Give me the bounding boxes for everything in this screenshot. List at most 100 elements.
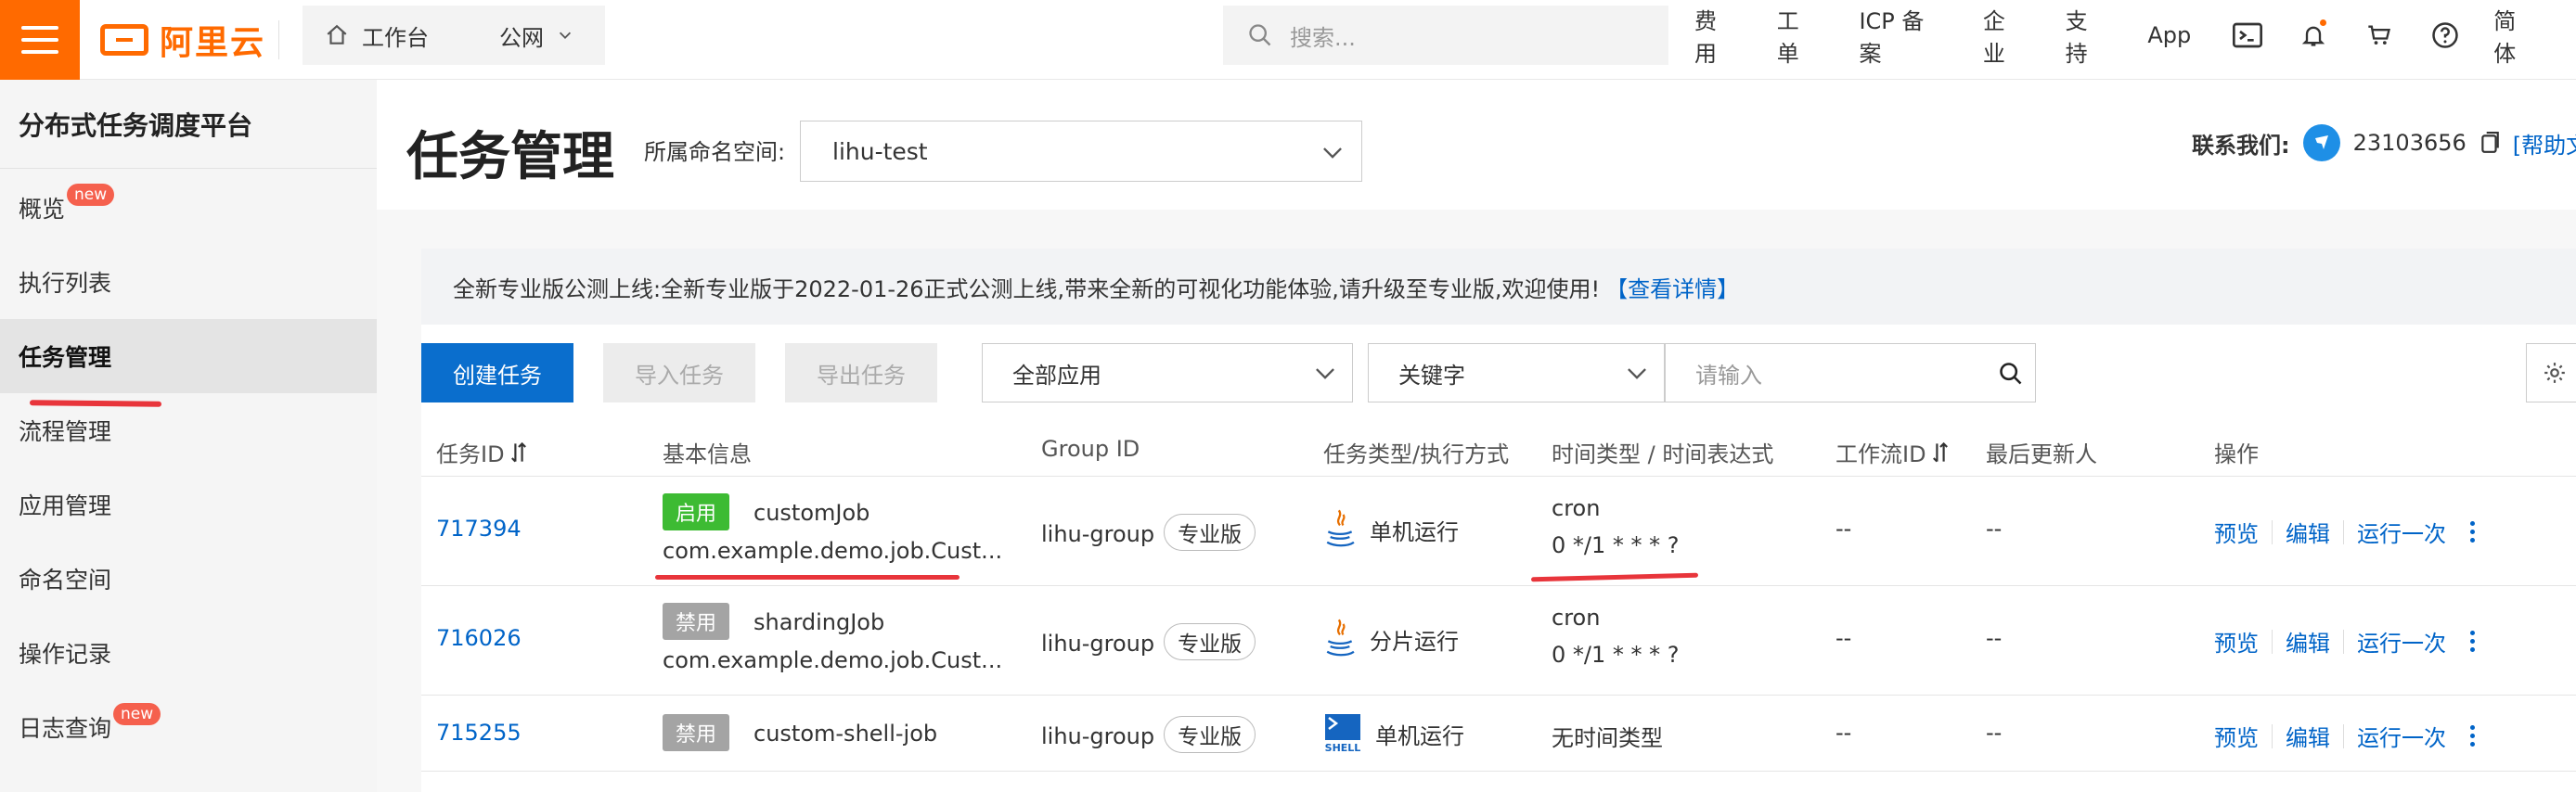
time-type: cron	[1552, 495, 1601, 521]
nav-link-enterprise[interactable]: 企业	[1983, 3, 2027, 68]
app-select[interactable]: 全部应用	[982, 343, 1353, 402]
bell-icon[interactable]	[2296, 18, 2330, 53]
sidebar-item-operation-log[interactable]: 操作记录	[0, 616, 377, 690]
sidebar-item-label: 日志查询	[19, 715, 112, 742]
banner-details-link[interactable]: 【查看详情】	[1605, 271, 1739, 303]
export-task-button[interactable]: 导出任务	[785, 343, 937, 402]
task-basic-info: 启用 customJob	[663, 493, 869, 530]
nav-link-support[interactable]: 支持	[2066, 3, 2109, 68]
main-content: 任务管理 所属命名空间: lihu-test 联系我们: 23103656 [帮…	[377, 80, 2576, 792]
top-navbar: 阿里云 工作台 公网 搜索... 费用 工单 ICP 备案 企业 支持 App …	[0, 0, 2576, 80]
execution-mode: 分片运行	[1323, 618, 1459, 660]
nav-link-app[interactable]: App	[2147, 22, 2191, 48]
task-id-link[interactable]: 717394	[436, 516, 522, 542]
chevron-down-icon	[1628, 368, 1646, 379]
col-group-id: Group ID	[1041, 436, 1140, 462]
time-type: cron	[1552, 605, 1601, 631]
run-once-link[interactable]: 运行一次	[2357, 516, 2446, 548]
group-id-value: lihu-group	[1041, 631, 1155, 657]
terminal-icon[interactable]	[2230, 18, 2264, 53]
search-icon[interactable]	[1998, 361, 2024, 387]
preview-link[interactable]: 预览	[2214, 720, 2259, 752]
help-icon[interactable]	[2428, 18, 2462, 53]
sidebar-item-task-management[interactable]: 任务管理	[0, 319, 377, 393]
banner-text: 全新专业版公测上线:全新专业版于2022-01-26正式公测上线,带来全新的可视…	[453, 275, 1601, 302]
workflow-id: --	[1835, 516, 1852, 542]
sidebar-item-execution-list[interactable]: 执行列表	[0, 245, 377, 319]
edit-link[interactable]: 编辑	[2286, 516, 2330, 548]
more-options-icon[interactable]	[2470, 725, 2475, 747]
task-name: customJob	[753, 500, 870, 526]
workflow-id: --	[1835, 720, 1852, 746]
keyword-input[interactable]: 请输入	[1665, 343, 2036, 402]
sidebar: 分布式任务调度平台 概览 new 执行列表 任务管理 流程管理 应用管理 命名空…	[0, 80, 377, 792]
aliyun-logo[interactable]: 阿里云	[100, 17, 265, 63]
sidebar-item-namespace[interactable]: 命名空间	[0, 542, 377, 616]
task-id-link[interactable]: 715255	[436, 720, 522, 746]
sort-icon[interactable]	[510, 441, 527, 464]
sidebar-item-label: 操作记录	[19, 641, 112, 668]
col-basic-info: 基本信息	[663, 441, 752, 467]
search-input[interactable]: 搜索...	[1223, 6, 1668, 65]
nav-links: 费用 工单 ICP 备案 企业 支持 App 简体	[1694, 0, 2576, 70]
execution-mode-label: 分片运行	[1370, 628, 1459, 655]
keyword-type-select[interactable]: 关键字	[1368, 343, 1665, 402]
nav-link-ticket[interactable]: 工单	[1777, 3, 1821, 68]
col-workflow-id[interactable]: 工作流ID	[1835, 436, 1949, 468]
col-task-id[interactable]: 任务ID	[436, 436, 527, 468]
new-badge: new	[113, 703, 161, 725]
sidebar-item-log-query[interactable]: 日志查询 new	[0, 690, 377, 764]
language-switch[interactable]: 简体	[2493, 3, 2537, 68]
edit-link[interactable]: 编辑	[2286, 625, 2330, 658]
status-badge: 启用	[663, 493, 730, 530]
col-time-expression: 时间类型 / 时间表达式	[1552, 441, 1774, 467]
task-name: custom-shell-job	[753, 721, 938, 747]
sidebar-item-app-management[interactable]: 应用管理	[0, 467, 377, 542]
execution-mode-label: 单机运行	[1375, 722, 1464, 749]
group-id: lihu-group 专业版	[1041, 623, 1256, 660]
nav-link-icp[interactable]: ICP 备案	[1859, 3, 1943, 68]
task-class: com.example.demo.job.Cust...	[663, 538, 1003, 564]
execution-mode: 单机运行	[1323, 508, 1459, 551]
namespace-select[interactable]: lihu-test	[800, 121, 1362, 182]
workbench-label: 工作台	[362, 24, 429, 51]
cart-icon[interactable]	[2362, 18, 2396, 53]
network-dropdown[interactable]: 公网	[477, 6, 605, 65]
preview-link[interactable]: 预览	[2214, 625, 2259, 658]
copy-icon[interactable]	[2479, 132, 2500, 154]
preview-link[interactable]: 预览	[2214, 516, 2259, 548]
contact-us: 联系我们: 23103656 [帮助文	[2192, 124, 2576, 161]
shell-icon: SHELL	[1325, 714, 1360, 754]
task-id-link[interactable]: 716026	[436, 625, 522, 651]
time-type: 无时间类型	[1552, 725, 1663, 751]
run-once-link[interactable]: 运行一次	[2357, 625, 2446, 658]
table-settings-button[interactable]	[2526, 343, 2576, 402]
gear-icon	[2544, 363, 2565, 383]
col-task-type: 任务类型/执行方式	[1323, 441, 1510, 467]
table-row: 717394 启用 customJob com.example.demo.job.…	[421, 477, 2576, 586]
java-icon	[1326, 509, 1355, 547]
edit-link[interactable]: 编辑	[2286, 720, 2330, 752]
contact-label: 联系我们:	[2192, 132, 2290, 159]
sidebar-item-overview[interactable]: 概览 new	[0, 171, 377, 245]
import-task-button[interactable]: 导入任务	[603, 343, 755, 402]
sort-icon[interactable]	[1932, 441, 1949, 464]
last-updater: --	[1986, 720, 2003, 746]
app-select-value: 全部应用	[1012, 362, 1101, 389]
sidebar-item-label: 应用管理	[19, 492, 112, 519]
more-options-icon[interactable]	[2470, 631, 2475, 652]
menu-icon[interactable]	[0, 0, 80, 80]
edition-tag: 专业版	[1164, 623, 1256, 660]
sidebar-item-label: 概览	[19, 196, 66, 223]
last-updater: --	[1986, 625, 2003, 651]
table-row: 715255 禁用 custom-shell-job lihu-group 专业版 …	[421, 696, 2576, 772]
annotation-underline	[655, 575, 960, 580]
toolbar: 创建任务 导入任务 导出任务 全部应用 关键字 请输入	[421, 343, 2576, 402]
more-options-icon[interactable]	[2470, 521, 2475, 543]
workbench-button[interactable]: 工作台	[303, 6, 477, 65]
nav-link-fees[interactable]: 费用	[1694, 3, 1738, 68]
run-once-link[interactable]: 运行一次	[2357, 720, 2446, 752]
col-header-label: 任务ID	[436, 441, 505, 467]
create-task-button[interactable]: 创建任务	[421, 343, 573, 402]
help-doc-link[interactable]: [帮助文	[2513, 127, 2576, 160]
